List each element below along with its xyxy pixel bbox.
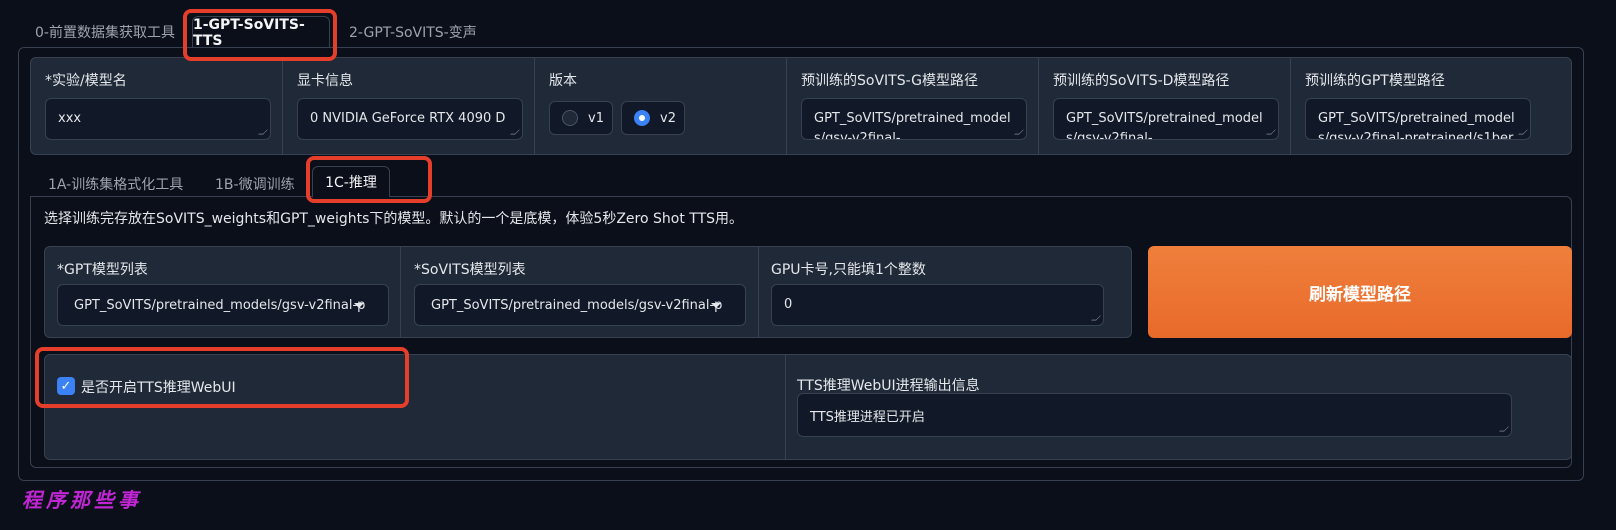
config-row: *实验/模型名 xxx 显卡信息 0 NVIDIA GeForce RTX 40… xyxy=(30,57,1572,155)
gpt-model-dropdown[interactable]: GPT_SoVITS/pretrained_models/gsv-v2final… xyxy=(57,284,389,326)
gpu-info-input[interactable]: 0 NVIDIA GeForce RTX 4090 D xyxy=(297,98,523,140)
sovits-d-cell: 预训练的SoVITS-D模型路径 GPT_SoVITS/pretrained_m… xyxy=(1039,58,1291,154)
gpu-index-input[interactable]: 0 xyxy=(771,284,1104,326)
watermark: 程序那些事 xyxy=(22,488,142,512)
gpu-index-value: 0 xyxy=(784,297,793,312)
sovits-g-label: 预训练的SoVITS-G模型路径 xyxy=(801,73,979,89)
gpu-info-value: 0 NVIDIA GeForce RTX 4090 D xyxy=(310,111,506,126)
resize-handle-icon[interactable] xyxy=(1499,426,1509,432)
radio-checked-icon xyxy=(634,110,650,126)
gpt-model-value: GPT_SoVITS/pretrained_models/gsv-v2final… xyxy=(74,297,366,313)
dropdown-arrow-icon xyxy=(711,303,721,308)
inference-description: 选择训练完存放在SoVITS_weights和GPT_weights下的模型。默… xyxy=(44,211,744,227)
tts-webui-checkbox[interactable]: ✓ xyxy=(57,377,75,395)
sovits-model-dropdown[interactable]: GPT_SoVITS/pretrained_models/gsv-v2final… xyxy=(414,284,746,326)
version-label: 版本 xyxy=(549,73,577,89)
gpu-index-label: GPU卡号,只能填1个整数 xyxy=(771,262,926,278)
sovits-d-path-input[interactable]: GPT_SoVITS/pretrained_models/gsv-v2final… xyxy=(1053,98,1279,140)
tts-output-textbox[interactable]: TTS推理进程已开启 xyxy=(797,393,1512,437)
version-radio-v1[interactable]: v1 xyxy=(549,101,613,135)
sovits-d-path-value: GPT_SoVITS/pretrained_models/gsv-v2final… xyxy=(1066,111,1263,140)
gpu-info-label: 显卡信息 xyxy=(297,73,353,89)
resize-handle-icon[interactable] xyxy=(1266,129,1276,135)
sovits-g-path-value: GPT_SoVITS/pretrained_models/gsv-v2final… xyxy=(814,111,1011,140)
resize-handle-icon[interactable] xyxy=(258,129,268,135)
tts-output-value: TTS推理进程已开启 xyxy=(810,410,925,425)
experiment-name-value: xxx xyxy=(58,111,82,126)
experiment-label: *实验/模型名 xyxy=(45,73,127,89)
tab-dataset-tools[interactable]: 0-前置数据集获取工具 xyxy=(35,22,175,42)
tab-gpt-sovits-tts[interactable]: 1-GPT-SoVITS-TTS xyxy=(192,16,330,49)
refresh-models-button[interactable]: 刷新模型路径 xyxy=(1148,246,1572,338)
tab-finetune[interactable]: 1B-微调训练 xyxy=(215,174,295,194)
version-cell: 版本 v1 v2 xyxy=(535,58,787,154)
resize-handle-icon[interactable] xyxy=(1518,129,1528,135)
version-option-v2: v2 xyxy=(660,110,676,126)
version-radio-v2[interactable]: v2 xyxy=(621,101,685,135)
gpt-label: 预训练的GPT模型路径 xyxy=(1305,73,1445,89)
sovits-list-label: *SoVITS模型列表 xyxy=(414,262,526,278)
experiment-cell: *实验/模型名 xxx xyxy=(31,58,283,154)
gpt-list-label: *GPT模型列表 xyxy=(57,262,148,278)
tts-webui-checkbox-label: 是否开启TTS推理WebUI xyxy=(81,380,236,396)
experiment-name-input[interactable]: xxx xyxy=(45,98,271,140)
tab-voice-change[interactable]: 2-GPT-SoVITS-变声 xyxy=(349,22,477,42)
divider xyxy=(785,355,786,459)
resize-handle-icon[interactable] xyxy=(1014,129,1024,135)
tab-inference[interactable]: 1C-推理 xyxy=(312,166,390,197)
tts-output-label: TTS推理WebUI进程输出信息 xyxy=(797,378,980,394)
check-icon: ✓ xyxy=(60,378,72,394)
resize-handle-icon[interactable] xyxy=(510,129,520,135)
resize-handle-icon[interactable] xyxy=(1091,315,1101,321)
radio-unchecked-icon xyxy=(562,110,578,126)
sovits-g-cell: 预训练的SoVITS-G模型路径 GPT_SoVITS/pretrained_m… xyxy=(787,58,1039,154)
sovits-d-label: 预训练的SoVITS-D模型路径 xyxy=(1053,73,1230,89)
sovits-model-value: GPT_SoVITS/pretrained_models/gsv-v2final… xyxy=(431,297,723,313)
tab-dataset-format[interactable]: 1A-训练集格式化工具 xyxy=(48,174,183,194)
gpt-path-input[interactable]: GPT_SoVITS/pretrained_models/gsv-v2final… xyxy=(1305,98,1531,140)
gpu-info-cell: 显卡信息 0 NVIDIA GeForce RTX 4090 D xyxy=(283,58,535,154)
gpt-path-value: GPT_SoVITS/pretrained_models/gsv-v2final… xyxy=(1318,111,1515,140)
gpt-cell: 预训练的GPT模型路径 GPT_SoVITS/pretrained_models… xyxy=(1291,58,1571,154)
version-option-v1: v1 xyxy=(588,110,604,126)
dropdown-arrow-icon xyxy=(354,303,364,308)
sovits-g-path-input[interactable]: GPT_SoVITS/pretrained_models/gsv-v2final… xyxy=(801,98,1027,140)
